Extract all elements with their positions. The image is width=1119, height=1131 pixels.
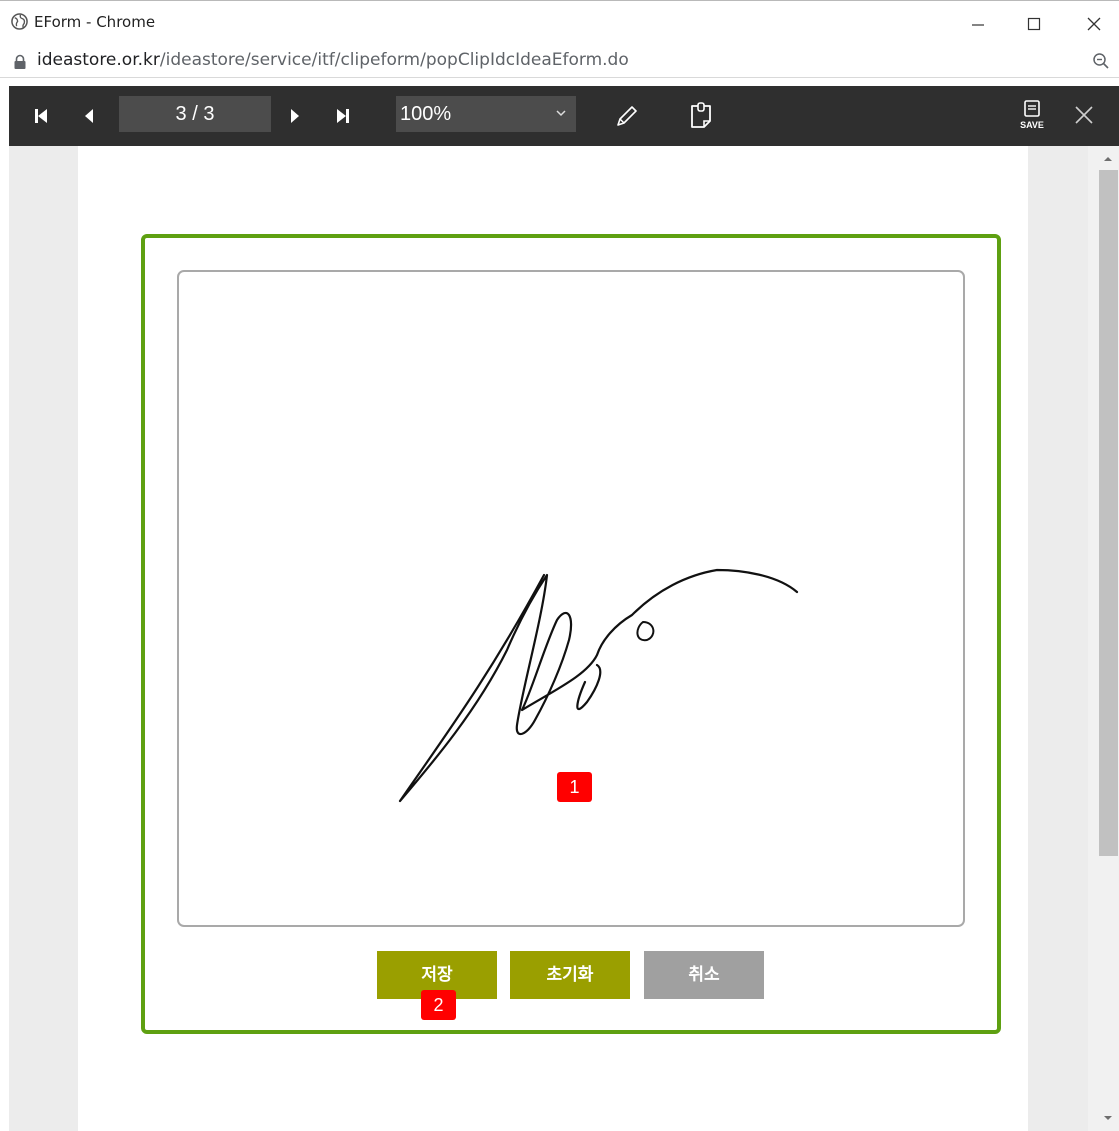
vertical-scrollbar[interactable] xyxy=(1088,146,1119,1131)
annotation-marker-1: 1 xyxy=(557,772,592,802)
previous-page-button[interactable] xyxy=(77,104,101,128)
zoom-select[interactable]: 100% xyxy=(396,96,576,132)
maximize-button[interactable] xyxy=(1014,9,1054,39)
memo-button[interactable] xyxy=(687,101,717,131)
viewer-toolbar: 3 / 3 100% SAVE xyxy=(9,86,1119,146)
reset-signature-button[interactable]: 초기화 xyxy=(510,951,630,999)
next-page-button[interactable] xyxy=(283,104,307,128)
zoom-value: 100% xyxy=(400,103,452,125)
scroll-up-icon[interactable] xyxy=(1101,154,1115,164)
close-icon xyxy=(1075,106,1093,124)
previous-page-icon xyxy=(85,109,93,123)
lock-icon xyxy=(14,54,26,69)
minimize-icon xyxy=(972,24,984,26)
close-window-button[interactable] xyxy=(1074,9,1114,39)
annotation-marker-2: 2 xyxy=(421,990,456,1020)
globe-icon xyxy=(11,13,28,30)
last-page-icon xyxy=(337,109,349,123)
save-document-label: SAVE xyxy=(1020,120,1044,130)
floppy-disk-icon xyxy=(1024,100,1040,117)
page-indicator[interactable]: 3 / 3 xyxy=(119,96,271,132)
zoom-magnifier-icon[interactable] xyxy=(1092,52,1110,70)
scroll-down-icon[interactable] xyxy=(1101,1113,1115,1123)
url-text[interactable]: ideastore.or.kr/ideastore/service/itf/cl… xyxy=(37,50,629,70)
url-path: /ideastore/service/itf/clipeform/popClip… xyxy=(159,50,629,70)
pencil-icon xyxy=(617,106,637,126)
address-bar[interactable]: ideastore.or.kr/ideastore/service/itf/cl… xyxy=(0,45,1119,78)
window-title: EForm - Chrome xyxy=(34,13,156,31)
window-title-bar: EForm - Chrome xyxy=(0,0,1119,45)
chevron-down-icon xyxy=(556,110,566,117)
pen-tool-button[interactable] xyxy=(613,102,641,130)
next-page-icon xyxy=(291,109,299,123)
last-page-button[interactable] xyxy=(331,104,355,128)
close-icon xyxy=(1087,17,1101,31)
save-document-button[interactable]: SAVE xyxy=(1017,99,1047,133)
minimize-button[interactable] xyxy=(958,9,998,39)
url-host: ideastore.or.kr xyxy=(37,50,160,70)
first-page-button[interactable] xyxy=(29,104,53,128)
scrollbar-thumb[interactable] xyxy=(1099,170,1118,856)
maximize-icon xyxy=(1027,17,1041,31)
sticky-note-icon xyxy=(691,102,711,128)
signature-drawing xyxy=(398,568,799,803)
close-viewer-button[interactable] xyxy=(1071,102,1097,128)
cancel-signature-button[interactable]: 취소 xyxy=(644,951,764,999)
first-page-icon xyxy=(35,109,47,123)
